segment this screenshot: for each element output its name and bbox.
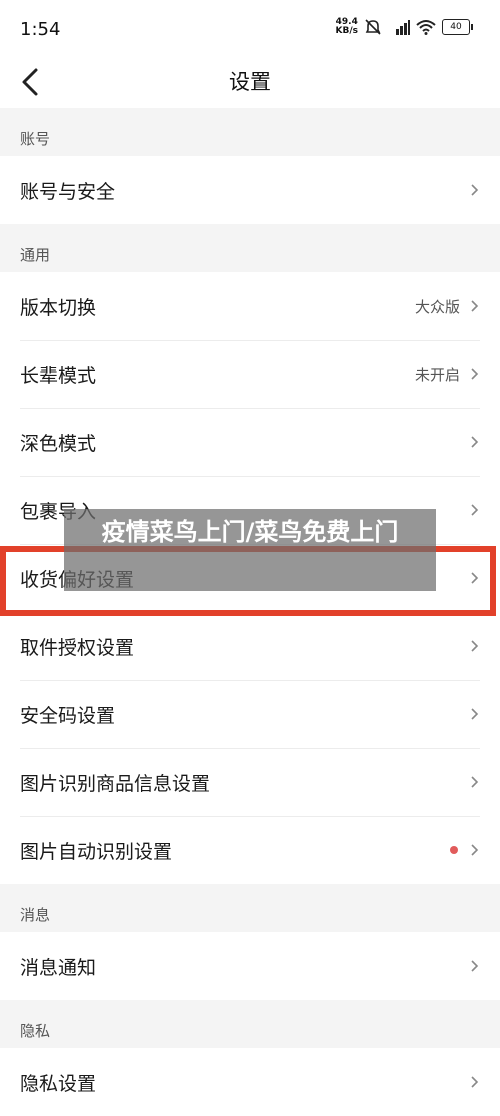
settings-row[interactable]: 隐私设置 <box>0 1048 500 1116</box>
chevron-right-icon <box>471 436 479 448</box>
chevron-right-icon <box>471 368 479 380</box>
network-speed-unit: KB/s <box>335 26 358 36</box>
battery-icon: 40 <box>442 19 473 35</box>
chevron-right-icon <box>471 844 479 856</box>
section-header: 隐私 <box>0 1000 500 1048</box>
settings-row[interactable]: 图片识别商品信息设置 <box>0 748 500 816</box>
watermark-overlay: 疫情菜鸟上门/菜鸟免费上门 <box>64 509 436 591</box>
settings-row-label: 账号与安全 <box>20 180 116 203</box>
settings-row-label: 版本切换 <box>20 296 97 319</box>
chevron-right-icon <box>471 572 479 584</box>
settings-row-value: 大众版 <box>414 297 460 316</box>
chevron-right-icon <box>471 504 479 516</box>
nav-bar: 设置 <box>0 58 500 108</box>
section-header: 通用 <box>0 224 500 272</box>
network-speed: 49.4 KB/s <box>336 18 358 36</box>
settings-row[interactable]: 账号与安全 <box>0 156 500 224</box>
status-time: 1:54 <box>20 19 61 40</box>
status-bar: 1:54 49.4 KB/s 40 <box>0 0 500 58</box>
red-dot-badge <box>450 846 458 854</box>
settings-row-label: 深色模式 <box>20 432 97 455</box>
settings-row-label: 图片识别商品信息设置 <box>20 772 211 795</box>
settings-row[interactable]: 长辈模式 未开启 <box>0 340 500 408</box>
settings-group: 隐私设置 <box>0 1048 500 1116</box>
settings-row-label: 长辈模式 <box>20 364 97 387</box>
settings-row-value: 未开启 <box>414 365 460 384</box>
settings-list: 账号账号与安全通用版本切换大众版长辈模式未开启深色模式包裹导入收货偏好设置取件授… <box>0 108 500 1116</box>
settings-row[interactable]: 消息通知 <box>0 932 500 1000</box>
status-icons: 49.4 KB/s 40 <box>336 18 473 36</box>
chevron-right-icon <box>471 640 479 652</box>
chevron-right-icon <box>471 184 479 196</box>
settings-group: 消息通知 <box>0 932 500 1000</box>
chevron-right-icon <box>471 708 479 720</box>
settings-row-label: 安全码设置 <box>20 704 116 727</box>
chevron-right-icon <box>471 1076 479 1088</box>
wifi-icon <box>416 20 436 35</box>
signal-icon <box>396 20 410 35</box>
settings-row[interactable]: 取件授权设置 <box>0 612 500 680</box>
settings-row[interactable]: 版本切换 大众版 <box>0 272 500 340</box>
section-header: 账号 <box>0 108 500 156</box>
settings-row[interactable]: 图片自动识别设置 <box>0 816 500 884</box>
settings-group: 账号与安全 <box>0 156 500 224</box>
chevron-right-icon <box>471 776 479 788</box>
chevron-right-icon <box>471 300 479 312</box>
section-header: 消息 <box>0 884 500 932</box>
settings-row-label: 隐私设置 <box>20 1072 97 1095</box>
settings-row[interactable]: 深色模式 <box>0 408 500 476</box>
mute-icon <box>365 19 381 35</box>
settings-row-label: 消息通知 <box>20 956 97 979</box>
chevron-right-icon <box>471 960 479 972</box>
page-title: 设置 <box>229 70 271 94</box>
settings-row[interactable]: 安全码设置 <box>0 680 500 748</box>
settings-row-label: 取件授权设置 <box>20 636 135 659</box>
settings-row-label: 图片自动识别设置 <box>20 840 173 863</box>
